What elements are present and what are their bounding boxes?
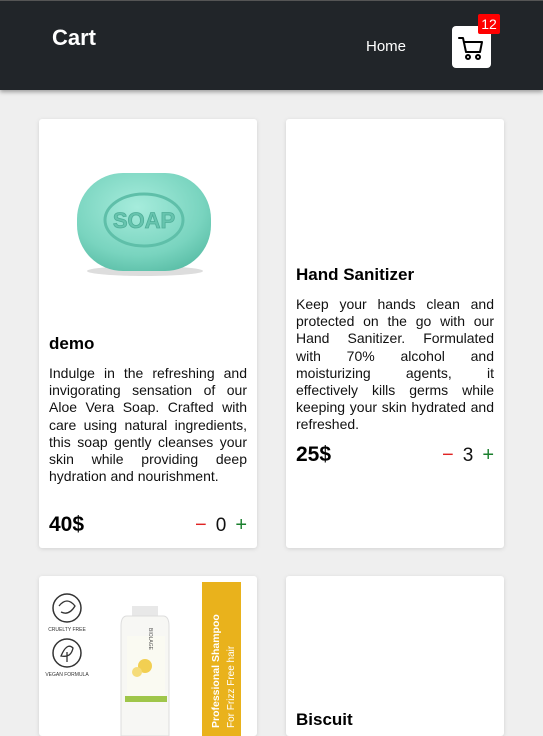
product-price: 25$ bbox=[296, 443, 332, 466]
quantity-value: 0 bbox=[215, 514, 227, 536]
banner-title-text: Professional Shampoo bbox=[210, 614, 222, 728]
product-description: Indulge in the refreshing and invigorati… bbox=[49, 365, 247, 485]
cruelty-free-icon: CRUELTY FREE bbox=[48, 593, 86, 633]
cruelty-free-text: CRUELTY FREE bbox=[48, 627, 86, 633]
product-card: CRUELTY FREE VEGAN FORMULA BIOLAGE Profe… bbox=[39, 576, 257, 736]
bottle-label-text: BIOLAGE bbox=[147, 628, 153, 651]
decrease-quantity-button[interactable]: − bbox=[442, 444, 454, 467]
product-image-shampoo: CRUELTY FREE VEGAN FORMULA BIOLAGE Profe… bbox=[39, 576, 257, 736]
product-image-placeholder bbox=[296, 586, 494, 696]
quantity-stepper: − 3 + bbox=[442, 444, 494, 467]
product-image-soap: SOAP bbox=[75, 171, 215, 277]
product-image-placeholder bbox=[296, 129, 494, 249]
product-title: Hand Sanitizer bbox=[296, 265, 415, 284]
quantity-value: 3 bbox=[462, 444, 474, 466]
nav-home-link[interactable]: Home bbox=[366, 38, 406, 55]
increase-quantity-button[interactable]: + bbox=[235, 514, 247, 537]
quantity-stepper: − 0 + bbox=[195, 514, 247, 537]
product-card: Biscuit bbox=[286, 576, 504, 736]
increase-quantity-button[interactable]: + bbox=[482, 444, 494, 467]
soap-imprint-text: SOAP bbox=[113, 208, 175, 233]
vegan-formula-text: VEGAN FORMULA bbox=[45, 672, 89, 678]
product-card: Hand Sanitizer Keep your hands clean and… bbox=[286, 119, 504, 548]
product-description: Keep your hands clean and protected on t… bbox=[296, 296, 494, 433]
product-card: SOAP demo Indulge in the refreshing and … bbox=[39, 119, 257, 548]
product-price: 40$ bbox=[49, 513, 85, 536]
brand-title[interactable]: Cart bbox=[52, 25, 96, 51]
shampoo-bottle-image: BIOLAGE bbox=[120, 606, 170, 736]
product-title: demo bbox=[49, 334, 95, 353]
cart-icon bbox=[458, 37, 483, 60]
cart-count-badge: 12 bbox=[478, 14, 500, 34]
banner-subtitle-text: For Frizz Free hair bbox=[226, 645, 237, 728]
decrease-quantity-button[interactable]: − bbox=[195, 514, 207, 537]
product-title: Biscuit bbox=[296, 710, 353, 729]
navbar: Cart Home 12 bbox=[0, 0, 543, 90]
vegan-formula-icon: VEGAN FORMULA bbox=[45, 638, 89, 678]
